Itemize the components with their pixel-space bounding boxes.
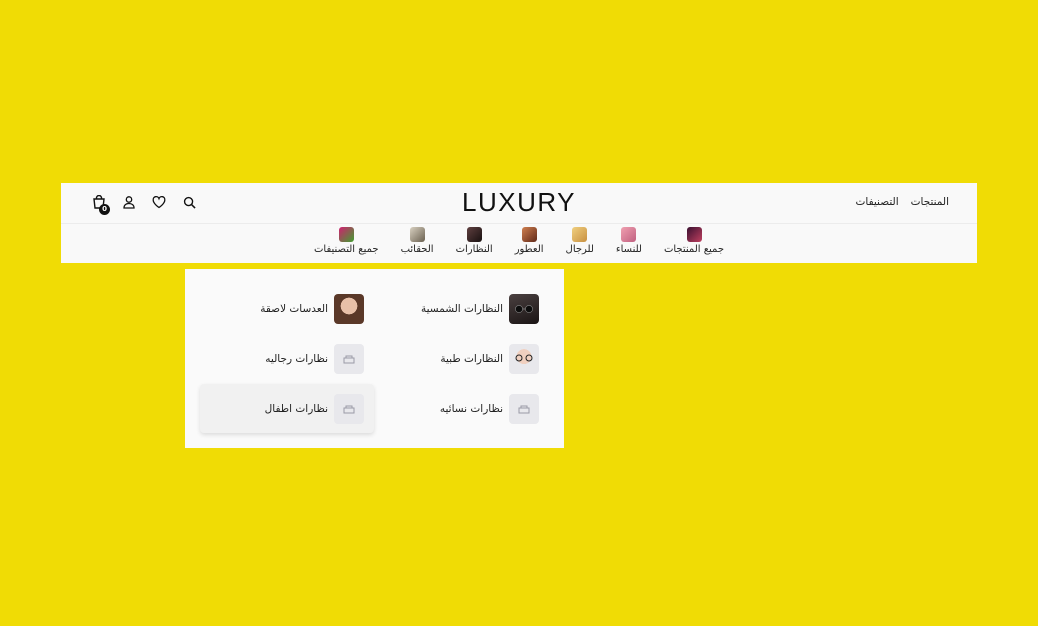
category-label: الحقائب: [400, 244, 434, 255]
menu-item-label: النظارات طبية: [440, 353, 503, 365]
contact-lenses-thumb: [334, 294, 364, 324]
glasses-dropdown-menu: النظارات الشمسية العدسات لاصقة النظارات …: [185, 269, 564, 448]
category-label: للرجال: [565, 244, 594, 255]
site-logo[interactable]: LUXURY: [61, 187, 977, 218]
category-thumb: [409, 227, 425, 242]
category-label: جميع التصنيفات: [314, 244, 379, 255]
prescription-glasses-thumb: [509, 344, 539, 374]
category-label: جميع المنتجات: [663, 244, 725, 255]
menu-item-label: نظارات نسائيه: [439, 403, 503, 415]
main-nav: المنتجات التصنيفات: [855, 196, 949, 208]
category-thumb: [686, 227, 702, 242]
menu-item-label: نظارات اطفال: [264, 402, 328, 415]
category-bags[interactable]: الحقائب: [401, 227, 434, 255]
category-label: للنساء: [615, 244, 642, 255]
menu-item-label: نظارات رجاليه: [265, 353, 328, 365]
menu-item-label: العدسات لاصقة: [260, 303, 328, 315]
category-thumb: [521, 227, 537, 242]
category-thumb: [466, 227, 482, 242]
category-bar: جميع المنتجات للنساء للرجال العطور النظا…: [61, 227, 977, 255]
sunglasses-thumb: [509, 294, 539, 324]
menu-item-contact-lenses[interactable]: العدسات لاصقة: [250, 286, 374, 332]
placeholder-image-icon: [509, 394, 539, 424]
category-label: النظارات: [455, 244, 493, 255]
category-thumb: [572, 227, 588, 242]
nav-products[interactable]: المنتجات: [911, 196, 949, 208]
category-thumb: [338, 227, 354, 242]
menu-item-womens-glasses[interactable]: نظارات نسائيه: [430, 386, 549, 432]
menu-item-mens-glasses[interactable]: نظارات رجاليه: [255, 336, 374, 382]
placeholder-image-icon: [334, 344, 364, 374]
top-bar: 0 LUXURY المنتجات التصنيفات: [61, 183, 977, 224]
menu-item-label: النظارات الشمسية: [420, 303, 503, 315]
menu-item-sunglasses[interactable]: النظارات الشمسية: [411, 286, 549, 332]
category-glasses[interactable]: النظارات: [456, 227, 493, 255]
category-all-products[interactable]: جميع المنتجات: [664, 227, 724, 255]
category-all-categories[interactable]: جميع التصنيفات: [314, 227, 379, 255]
category-men[interactable]: للرجال: [566, 227, 594, 255]
category-women[interactable]: للنساء: [616, 227, 642, 255]
nav-categories[interactable]: التصنيفات: [855, 196, 898, 208]
category-perfumes[interactable]: العطور: [515, 227, 544, 255]
menu-item-kids-glasses[interactable]: نظارات اطفال: [200, 384, 374, 433]
menu-item-prescription-glasses[interactable]: النظارات طبية: [430, 336, 549, 382]
category-label: العطور: [514, 244, 544, 255]
site-header: 0 LUXURY المنتجات التصنيفات جميع المنتجا…: [61, 183, 977, 263]
category-thumb: [621, 227, 637, 242]
placeholder-image-icon: [334, 393, 364, 424]
